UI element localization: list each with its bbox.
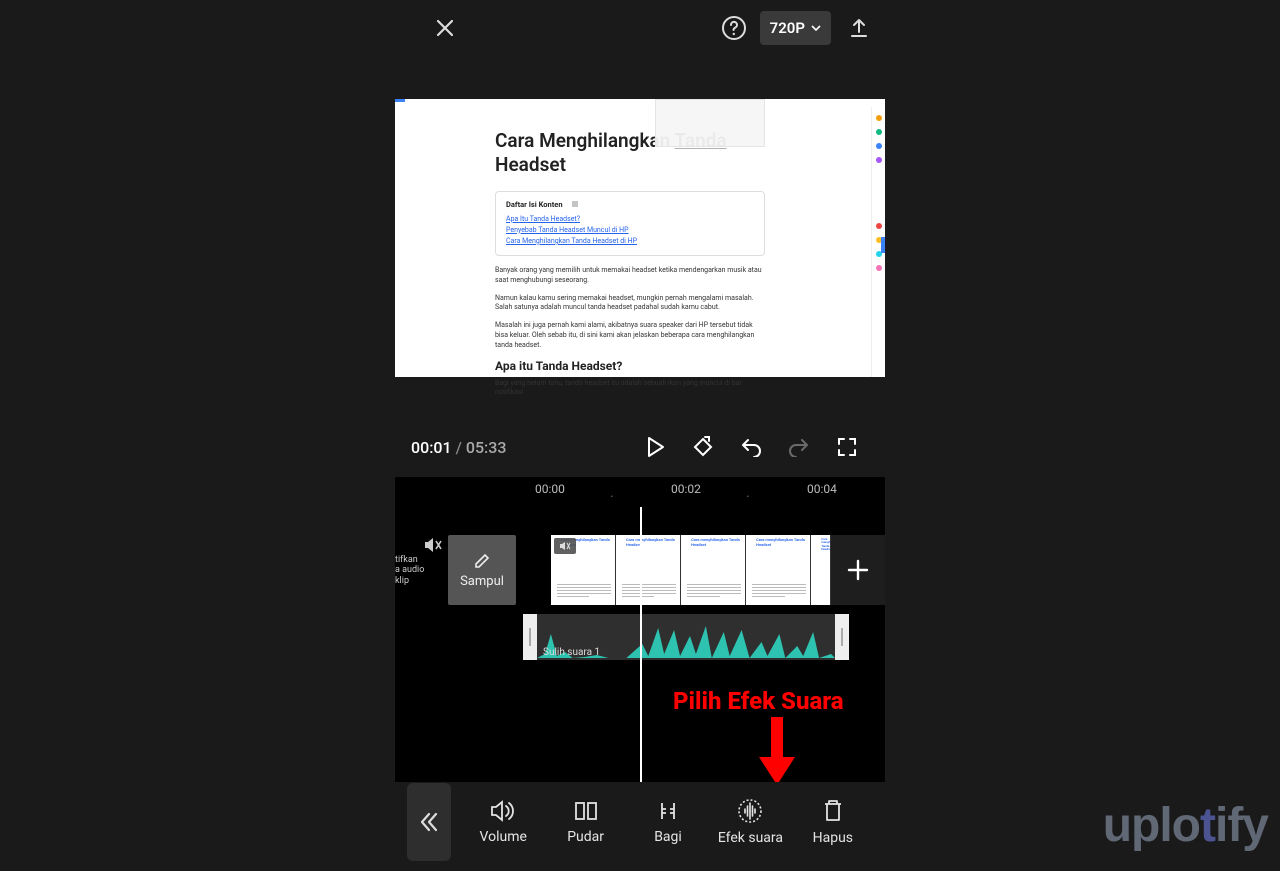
back-button[interactable] — [407, 783, 451, 861]
split-tool[interactable]: Bagi — [628, 799, 708, 845]
audio-clip[interactable]: Sulih suara 1 — [523, 614, 849, 660]
playhead[interactable] — [640, 507, 642, 782]
split-icon — [655, 799, 681, 823]
preview-sidebar — [871, 107, 885, 377]
audio-clip-label: Sulih suara 1 — [543, 647, 600, 658]
video-clip[interactable]: Cara menghilangkan Tanda Headset — [551, 535, 616, 605]
delete-tool[interactable]: Hapus — [793, 798, 873, 846]
export-button[interactable] — [841, 10, 877, 46]
timeline[interactable]: 00:00 · 00:02 · 00:04 tifkan a audio kli… — [395, 477, 885, 782]
timeline-ruler[interactable]: 00:00 · 00:02 · 00:04 — [395, 477, 885, 503]
annotation-arrow — [757, 717, 797, 782]
clip-handle-right[interactable] — [835, 614, 849, 660]
trash-icon — [821, 798, 845, 824]
video-clip[interactable]: Cara menghilangkan Tanda Headset — [811, 535, 830, 605]
mute-clip-audio[interactable]: tifkan a audio klip — [395, 535, 445, 605]
volume-tool[interactable]: Volume — [463, 799, 543, 845]
fullscreen-button[interactable] — [825, 429, 869, 465]
chevron-down-icon — [811, 25, 821, 31]
help-button[interactable] — [716, 10, 752, 46]
clip-handle-left[interactable] — [523, 614, 537, 660]
video-clip[interactable]: Cara menghilangkan Tanda Headset — [681, 535, 746, 605]
video-clip[interactable]: Cara menghilangkan Tanda Headset — [746, 535, 811, 605]
mute-icon — [395, 535, 445, 555]
undo-button[interactable] — [729, 429, 773, 465]
fade-tool[interactable]: Pudar — [545, 799, 625, 845]
sound-effect-tool[interactable]: Efek suara — [710, 798, 790, 846]
sound-effect-icon — [736, 798, 764, 824]
plus-icon — [845, 557, 871, 583]
video-preview[interactable]: Cara Menghilangkan Tanda Headset Daftar … — [395, 99, 885, 377]
video-clip[interactable]: Cara menghilangkan Tanda Headset — [616, 535, 681, 605]
watermark: uplotify — [1103, 798, 1268, 853]
fade-icon — [573, 799, 599, 823]
close-button[interactable] — [427, 10, 463, 46]
play-button[interactable] — [633, 429, 677, 465]
clip-mute-icon — [554, 538, 576, 554]
volume-icon — [490, 799, 516, 823]
add-clip-button[interactable] — [831, 535, 885, 605]
annotation-text: Pilih Efek Suara — [673, 687, 844, 715]
time-display: 00:01/05:33 — [411, 438, 506, 457]
redo-button[interactable] — [777, 429, 821, 465]
cover-button[interactable]: Sampul — [448, 535, 516, 605]
quality-label: 720P — [770, 19, 805, 37]
preview-overlay — [655, 99, 765, 147]
quality-selector[interactable]: 720P — [760, 11, 831, 45]
pencil-icon — [473, 552, 491, 570]
keyframe-button[interactable] — [681, 429, 725, 465]
table-of-contents: Daftar Isi Konten Apa Itu Tanda Headset?… — [495, 191, 765, 257]
chevron-left-double-icon — [419, 811, 439, 833]
